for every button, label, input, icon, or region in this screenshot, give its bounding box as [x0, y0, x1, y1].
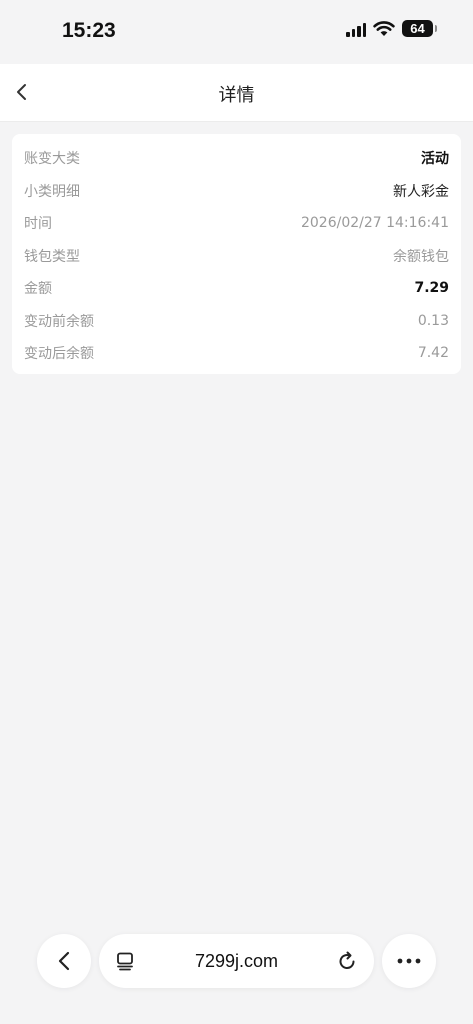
detail-row-subcategory: 小类明细 新人彩金	[24, 175, 449, 208]
browser-back-button[interactable]	[37, 934, 91, 988]
browser-toolbar: 7299j.com	[0, 930, 473, 992]
detail-row-time: 时间 2026/02/27 14:16:41	[24, 207, 449, 240]
signal-icon	[346, 21, 366, 37]
row-value: 2026/02/27 14:16:41	[300, 215, 449, 232]
row-label: 钱包类型	[24, 248, 80, 265]
row-value: 新人彩金	[393, 183, 449, 200]
battery-icon: 64	[402, 20, 437, 37]
detail-card: 账变大类 活动 小类明细 新人彩金 时间 2026/02/27 14:16:41…	[12, 134, 461, 374]
detail-row-amount: 金额 7.29	[24, 272, 449, 305]
row-label: 时间	[24, 216, 52, 233]
row-value: 7.42	[417, 345, 449, 362]
back-icon	[58, 951, 70, 971]
status-icons: 64	[346, 20, 437, 37]
row-value: 余额钱包	[393, 248, 449, 265]
row-value: 活动	[421, 151, 449, 168]
detail-row-category: 账变大类 活动	[24, 142, 449, 175]
status-bar: 15:23 64	[0, 0, 473, 64]
more-icon	[397, 958, 421, 964]
row-label: 变动后余额	[24, 346, 94, 363]
battery-level: 64	[410, 21, 425, 36]
row-label: 金额	[24, 281, 52, 298]
reload-icon[interactable]	[336, 950, 358, 972]
detail-row-wallet-type: 钱包类型 余额钱包	[24, 240, 449, 273]
page-header: 详情	[0, 64, 473, 122]
status-time: 15:23	[62, 19, 116, 42]
address-bar[interactable]: 7299j.com	[99, 934, 374, 988]
url-text[interactable]: 7299j.com	[99, 951, 374, 972]
screen: 15:23 64 详情 账变大类 活动 小类明细 新人彩金 时间 2026/02…	[0, 0, 473, 1024]
detail-row-balance-after: 变动后余额 7.42	[24, 337, 449, 370]
detail-row-balance-before: 变动前余额 0.13	[24, 305, 449, 338]
row-value: 0.13	[417, 312, 449, 329]
row-label: 账变大类	[24, 151, 80, 168]
row-label: 变动前余额	[24, 313, 94, 330]
row-label: 小类明细	[24, 183, 80, 200]
row-value: 7.29	[414, 280, 449, 297]
more-button[interactable]	[382, 934, 436, 988]
page-title: 详情	[218, 85, 255, 106]
wifi-icon	[373, 20, 395, 36]
